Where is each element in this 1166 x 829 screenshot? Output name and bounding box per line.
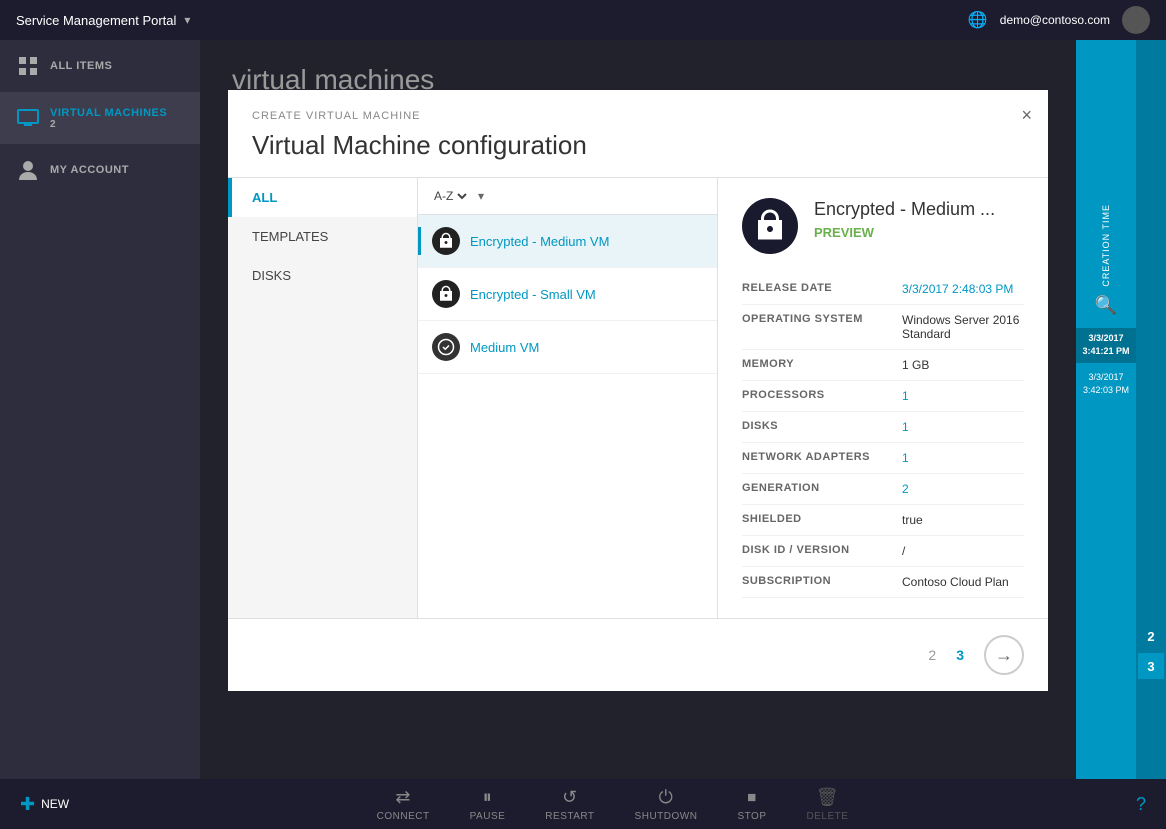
- delete-button[interactable]: 🗑 DELETE: [786, 787, 868, 822]
- search-icon[interactable]: 🔍: [1095, 295, 1117, 316]
- vm-list: A-Z Z-A ▾: [418, 178, 718, 618]
- monitor-icon: [16, 106, 40, 130]
- detail-row-release-date: RELEASE DATE 3/3/2017 2:48:03 PM: [742, 274, 1024, 305]
- delete-label: DELETE: [806, 811, 848, 822]
- detail-info: Encrypted - Medium ... PREVIEW: [814, 198, 995, 240]
- shutdown-icon: ⏻: [659, 787, 674, 808]
- sort-chevron-icon: ▾: [478, 189, 484, 203]
- top-bar-left: Service Management Portal ▾: [16, 13, 190, 28]
- restart-label: RESTART: [545, 811, 594, 822]
- grid-icon: [16, 54, 40, 78]
- modal-header: CREATE VIRTUAL MACHINE Virtual Machine c…: [228, 90, 1048, 177]
- sidebar-item-virtual-machines[interactable]: VIRTUAL MACHINES 2: [0, 92, 200, 144]
- sidebar-item-label-account: MY ACCOUNT: [50, 164, 129, 176]
- avatar: [1122, 6, 1150, 34]
- page-indicator-3[interactable]: 3: [948, 643, 972, 667]
- page-indicator-2[interactable]: 2: [920, 643, 944, 667]
- top-bar-right: 🌐 demo@contoso.com: [968, 6, 1150, 34]
- content-area: virtual machines CREATE VIRTUAL MACHINE …: [200, 40, 1076, 779]
- delete-icon: 🗑: [816, 787, 839, 808]
- detail-row-shielded: SHIELDED true: [742, 505, 1024, 536]
- new-label: NEW: [41, 797, 69, 811]
- modal: CREATE VIRTUAL MACHINE Virtual Machine c…: [228, 90, 1048, 691]
- connect-label: CONNECT: [377, 811, 430, 822]
- help-icon[interactable]: ?: [1136, 794, 1146, 815]
- vm-item-medium[interactable]: Medium VM: [418, 321, 717, 374]
- user-email: demo@contoso.com: [1000, 13, 1110, 27]
- vm-label-enc-small: Encrypted - Small VM: [470, 287, 596, 302]
- modal-nav: ALL TEMPLATES DISKS: [228, 178, 418, 618]
- detail-table: RELEASE DATE 3/3/2017 2:48:03 PM OPERATI…: [742, 274, 1024, 598]
- nav-item-all[interactable]: ALL: [228, 178, 417, 217]
- stop-label: STOP: [737, 811, 766, 822]
- restart-button[interactable]: ↺ RESTART: [525, 787, 614, 822]
- modal-body: ALL TEMPLATES DISKS A-Z Z-A ▾: [228, 177, 1048, 618]
- shutdown-button[interactable]: ⏻ SHUTDOWN: [615, 787, 718, 822]
- detail-name: Encrypted - Medium ...: [814, 198, 995, 221]
- detail-row-disks: DISKS 1: [742, 412, 1024, 443]
- edge-num-2[interactable]: 2: [1138, 623, 1164, 649]
- vm-item-enc-small[interactable]: Encrypted - Small VM: [418, 268, 717, 321]
- shutdown-label: SHUTDOWN: [635, 811, 698, 822]
- sort-select[interactable]: A-Z Z-A: [430, 188, 470, 204]
- stop-button[interactable]: ⏹ STOP: [717, 787, 786, 822]
- main-layout: ALL ITEMS VIRTUAL MACHINES 2: [0, 40, 1166, 779]
- pause-icon: ⏸: [483, 787, 493, 808]
- sidebar-item-label-all: ALL ITEMS: [50, 60, 112, 72]
- next-button[interactable]: →: [984, 635, 1024, 675]
- modal-title: Virtual Machine configuration: [252, 130, 1024, 161]
- detail-row-os: OPERATING SYSTEM Windows Server 2016 Sta…: [742, 305, 1024, 350]
- app-title: Service Management Portal: [16, 13, 176, 28]
- detail-icon: [742, 198, 798, 254]
- chevron-icon: ▾: [184, 13, 190, 27]
- new-button[interactable]: ✚ NEW: [20, 794, 89, 815]
- vm-icon-enc-medium: [432, 227, 460, 255]
- plus-icon: ✚: [20, 794, 35, 815]
- stop-icon: ⏹: [747, 787, 757, 808]
- creation-time-label: CREATION TIME: [1101, 200, 1111, 291]
- vm-label-enc-medium: Encrypted - Medium VM: [470, 234, 609, 249]
- time-value-1: 3/3/20173:41:21 PM: [1076, 328, 1135, 363]
- right-panel: CREATION TIME 🔍 3/3/20173:41:21 PM 3/3/2…: [1076, 40, 1136, 779]
- detail-row-memory: MEMORY 1 GB: [742, 350, 1024, 381]
- modal-footer: 2 3 →: [228, 618, 1048, 691]
- pause-label: PAUSE: [470, 811, 506, 822]
- right-edge: 2 3: [1136, 40, 1166, 779]
- sidebar: ALL ITEMS VIRTUAL MACHINES 2: [0, 40, 200, 779]
- globe-icon: 🌐: [968, 10, 988, 30]
- detail-row-generation: GENERATION 2: [742, 474, 1024, 505]
- nav-item-templates[interactable]: TEMPLATES: [228, 217, 417, 256]
- detail-header: Encrypted - Medium ... PREVIEW: [742, 198, 1024, 254]
- vm-label-medium: Medium VM: [470, 340, 539, 355]
- toolbar-actions: ⇄ CONNECT ⏸ PAUSE ↺ RESTART ⏻ SHUTDOWN ⏹…: [89, 787, 1136, 822]
- detail-row-network: NETWORK ADAPTERS 1: [742, 443, 1024, 474]
- modal-close-button[interactable]: ×: [1021, 106, 1032, 124]
- connect-button[interactable]: ⇄ CONNECT: [357, 787, 450, 822]
- detail-badge: PREVIEW: [814, 225, 995, 240]
- detail-row-diskid: DISK ID / VERSION /: [742, 536, 1024, 567]
- pause-button[interactable]: ⏸ PAUSE: [450, 787, 526, 822]
- sidebar-item-all-items[interactable]: ALL ITEMS: [0, 40, 200, 92]
- vm-icon-enc-small: [432, 280, 460, 308]
- vm-icon-medium: [432, 333, 460, 361]
- sidebar-item-my-account[interactable]: MY ACCOUNT: [0, 144, 200, 196]
- connect-icon: ⇄: [395, 787, 411, 808]
- vm-item-enc-medium[interactable]: Encrypted - Medium VM: [418, 215, 717, 268]
- top-bar: Service Management Portal ▾ 🌐 demo@conto…: [0, 0, 1166, 40]
- restart-icon: ↺: [562, 787, 578, 808]
- detail-row-subscription: SUBSCRIPTION Contoso Cloud Plan: [742, 567, 1024, 598]
- bottom-toolbar: ✚ NEW ⇄ CONNECT ⏸ PAUSE ↺ RESTART ⏻ SHUT…: [0, 779, 1166, 829]
- page-indicators: 2 3: [920, 643, 972, 667]
- sidebar-vm-info: VIRTUAL MACHINES 2: [50, 107, 167, 130]
- list-filter: A-Z Z-A ▾: [418, 178, 717, 215]
- edge-num-3[interactable]: 3: [1138, 653, 1164, 679]
- person-icon: [16, 158, 40, 182]
- nav-item-disks[interactable]: DISKS: [228, 256, 417, 295]
- time-value-2: 3/3/20173:42:03 PM: [1083, 371, 1129, 398]
- modal-subtitle: CREATE VIRTUAL MACHINE: [252, 110, 1024, 122]
- detail-panel: Encrypted - Medium ... PREVIEW RELEASE D…: [718, 178, 1048, 618]
- modal-overlay: CREATE VIRTUAL MACHINE Virtual Machine c…: [200, 40, 1076, 779]
- detail-row-processors: PROCESSORS 1: [742, 381, 1024, 412]
